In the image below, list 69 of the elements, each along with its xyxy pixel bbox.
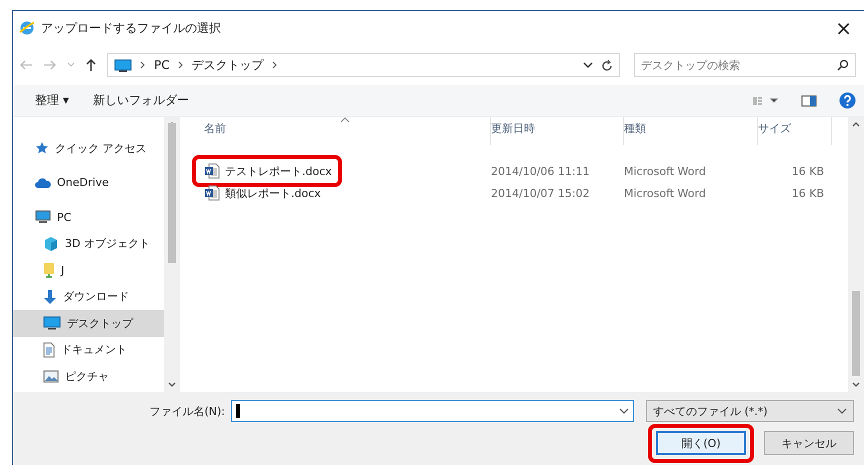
nav-item[interactable]: ダウンロード (13, 284, 164, 310)
down-arrow-icon (43, 288, 57, 305)
close-button[interactable]: × (831, 18, 856, 38)
star-icon (35, 141, 49, 156)
document-icon (43, 342, 55, 358)
scrollbar-thumb[interactable] (168, 123, 176, 263)
cube-icon (43, 236, 59, 252)
column-header[interactable]: 名前 (204, 117, 491, 145)
refresh-icon (601, 58, 613, 72)
monitor-icon (43, 316, 61, 330)
chevron-down-icon (619, 408, 629, 414)
file-type-dropdown[interactable]: すべてのファイル (*.*) (646, 400, 854, 422)
help-icon (839, 92, 856, 109)
search-icon (837, 59, 849, 71)
nav-item[interactable]: OneDrive (13, 170, 164, 196)
cancel-button[interactable]: キャンセル (764, 431, 854, 455)
view-options-icon (753, 96, 779, 106)
nav-item[interactable]: クイック アクセス (13, 135, 164, 162)
word-document-icon (204, 163, 220, 179)
scrollbar[interactable] (164, 117, 180, 392)
search-field[interactable]: デスクトップの検索 (634, 53, 856, 77)
filename-field[interactable] (231, 400, 634, 422)
address-bar[interactable]: PC デスクトップ (107, 53, 620, 77)
nav-item[interactable]: ピクチャ (13, 363, 164, 390)
scrollbar[interactable] (848, 117, 864, 392)
chevron-down-icon (67, 62, 75, 68)
word-document-icon (204, 185, 220, 201)
table-cell-text: 16 KB (790, 164, 825, 178)
column-header[interactable]: サイズ (758, 117, 832, 145)
chevron-right-icon (178, 61, 184, 69)
monitor-icon (35, 210, 51, 224)
up-arrow-icon (85, 58, 97, 72)
nav-item[interactable]: デスクトップ (13, 310, 164, 336)
nav-item[interactable]: ドキュメント (13, 336, 164, 363)
nav-item[interactable]: J (13, 257, 164, 284)
table-cell-text: 2014/10/07 15:02 (491, 186, 591, 200)
toolbar-button[interactable]: 新しいフォルダー (86, 90, 195, 111)
chevron-down-icon (583, 62, 593, 68)
file-name[interactable]: 類似レポート.docx (225, 186, 321, 200)
chevron-right-icon (140, 61, 146, 69)
sort-up-icon (340, 117, 350, 123)
scroll-up-icon (852, 121, 860, 127)
scrollbar-thumb[interactable] (852, 291, 860, 376)
browser-logo-icon (19, 20, 35, 36)
table-cell-text: 2014/10/06 11:11 (491, 164, 591, 178)
field-label: ファイル名(N): (149, 404, 225, 418)
forward-arrow-icon (43, 59, 57, 71)
chevron-right-icon (272, 61, 278, 69)
open-button[interactable]: 開く(O) (656, 431, 746, 455)
breadcrumb-item[interactable]: PC (154, 58, 170, 72)
column-header[interactable]: 更新日時 (491, 117, 624, 145)
back-arrow-icon (19, 59, 33, 71)
breadcrumb-item[interactable]: デスクトップ (192, 56, 264, 74)
table-cell-text: Microsoft Word (624, 186, 707, 200)
preview-pane-icon (801, 94, 817, 106)
table-cell-text: 16 KB (790, 186, 825, 200)
file-name[interactable]: テストレポート.docx (225, 164, 332, 178)
monitor-icon (114, 58, 132, 72)
nav-item[interactable]: PC (13, 204, 164, 230)
window-title: アップロードするファイルの選択 (41, 20, 222, 36)
chevron-down-icon (837, 408, 847, 414)
toolbar-button[interactable]: 整理 ▾ (29, 90, 75, 111)
column-header[interactable]: 種類 (624, 117, 758, 145)
cloud-icon (35, 176, 51, 189)
table-cell-text: Microsoft Word (624, 164, 707, 178)
image-icon (43, 370, 59, 383)
scroll-down-icon (168, 382, 176, 388)
scroll-down-icon (852, 382, 860, 388)
nav-item[interactable]: 3D オブジェクト (13, 230, 164, 257)
